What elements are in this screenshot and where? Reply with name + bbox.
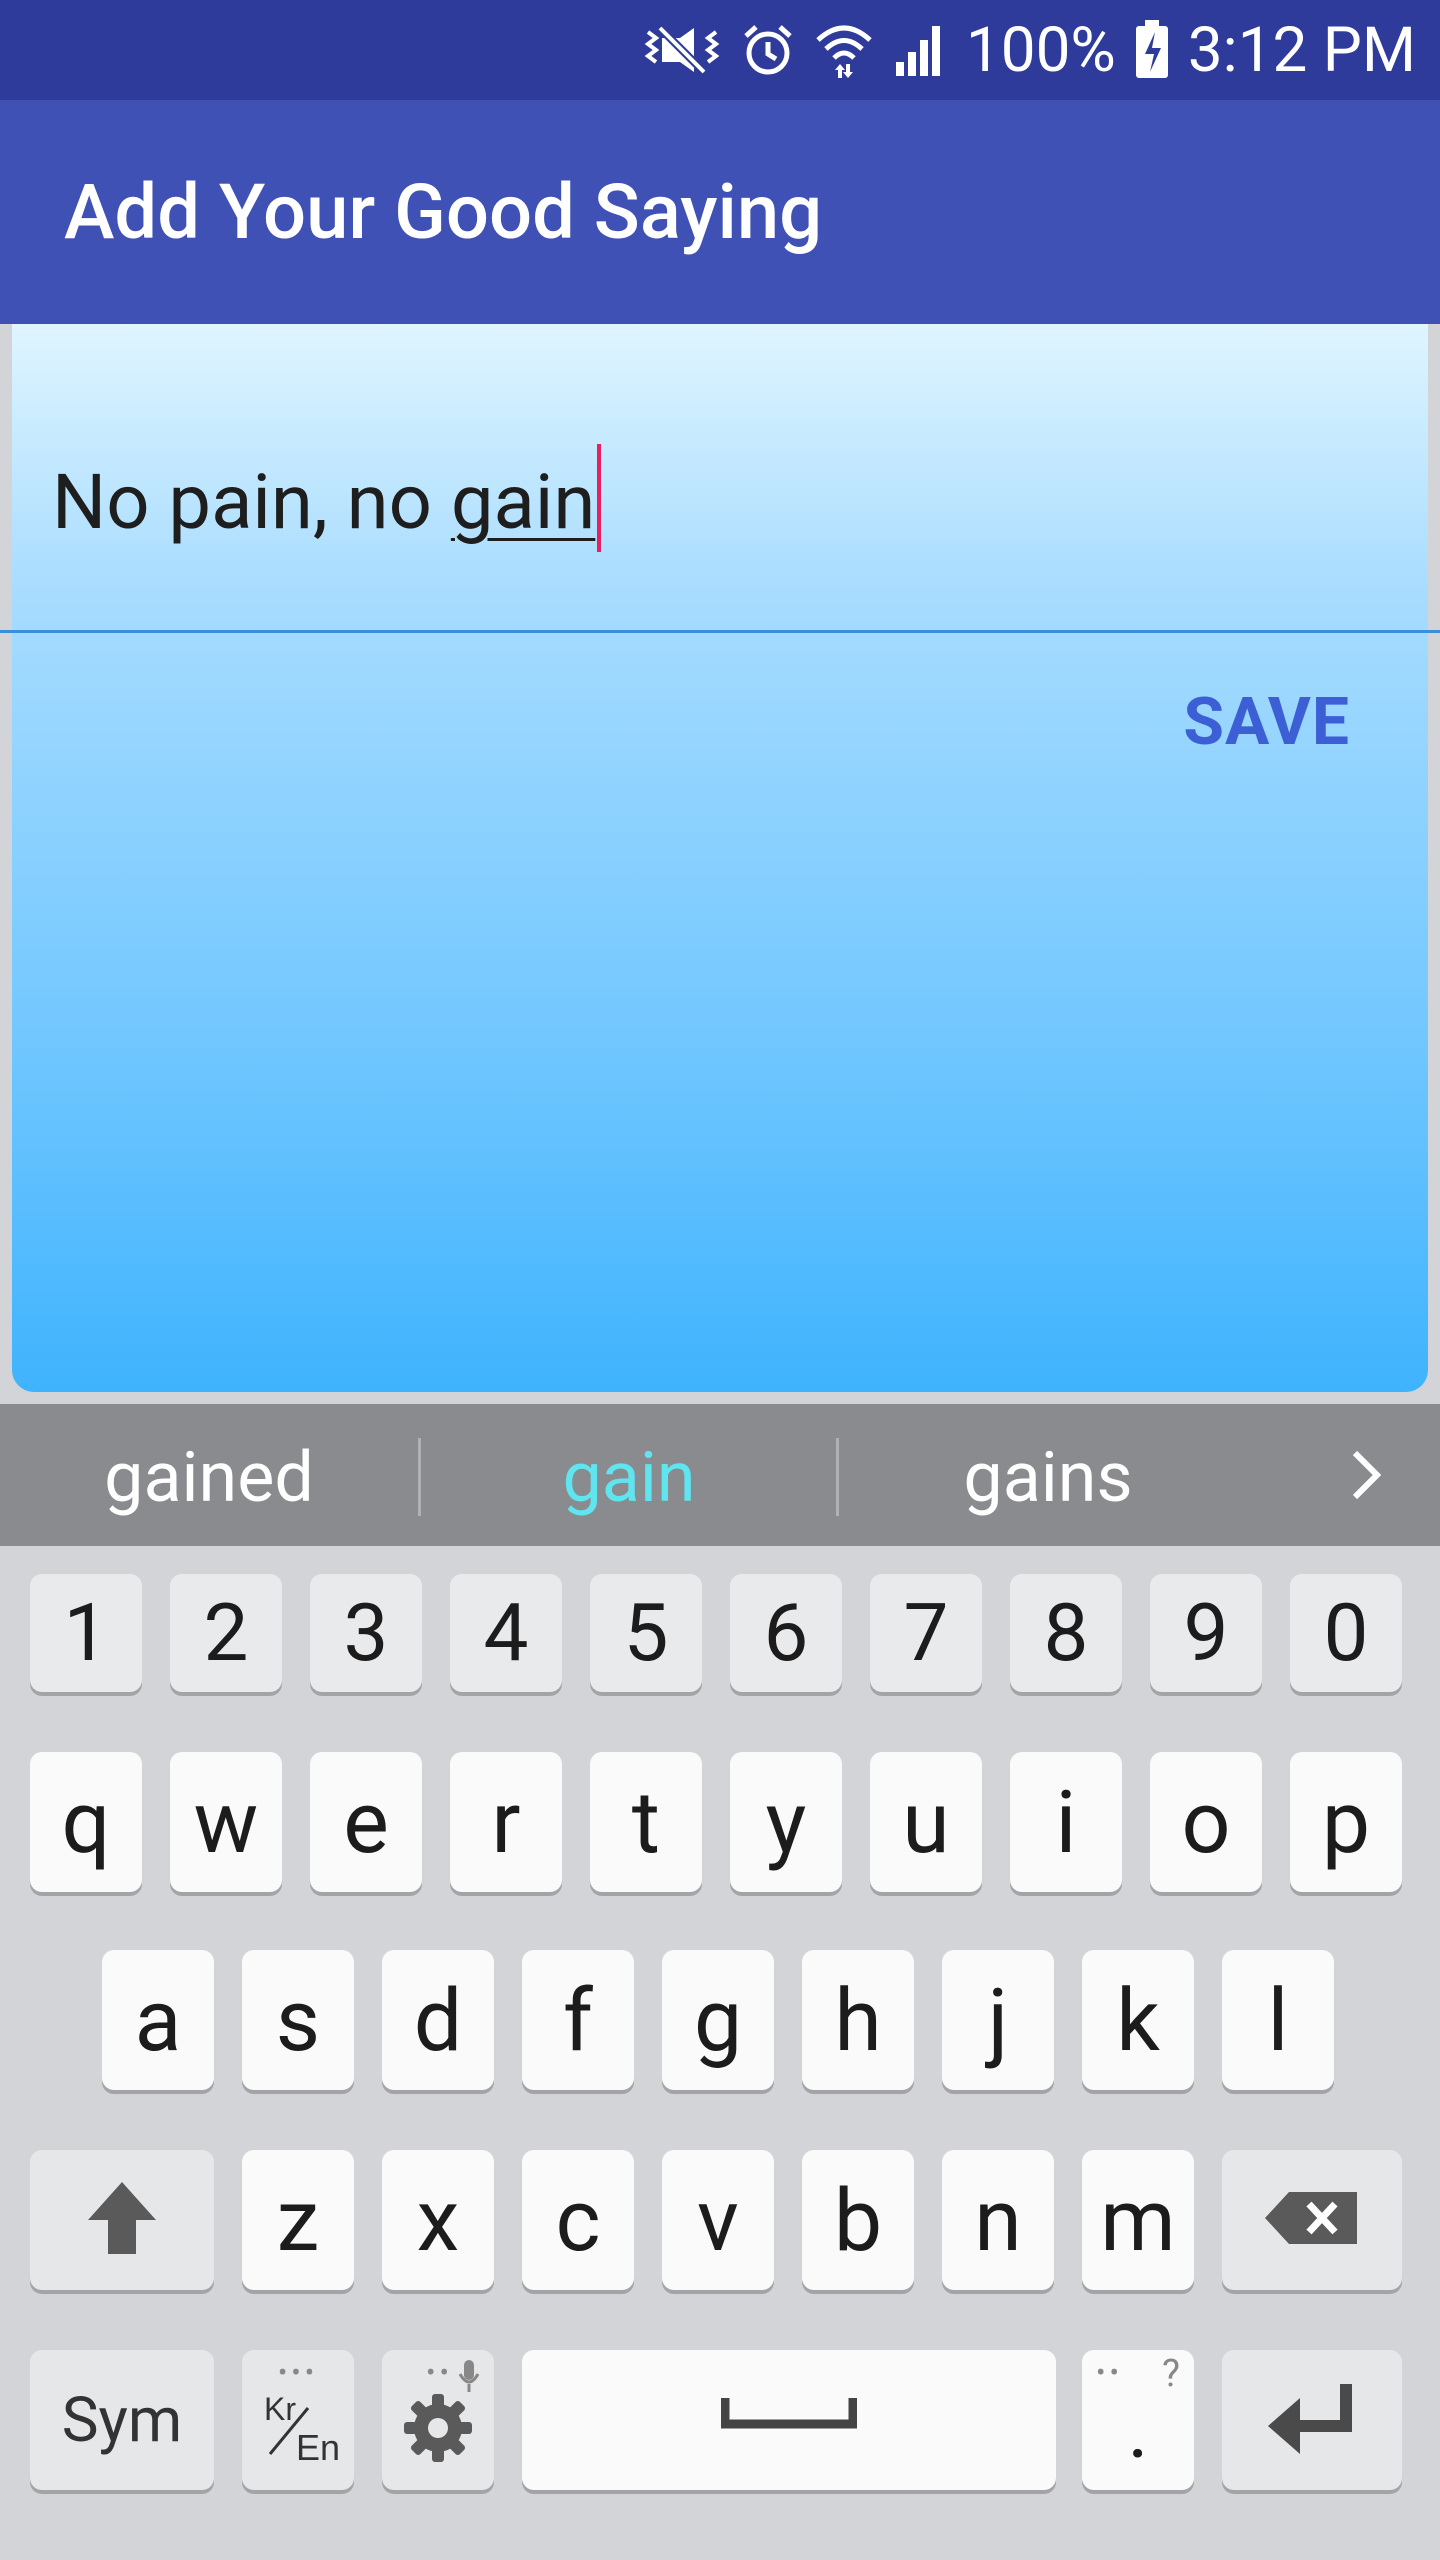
input-underline bbox=[0, 630, 1440, 633]
battery-percent: 100% bbox=[965, 13, 1116, 87]
key-a[interactable]: a bbox=[102, 1950, 214, 2090]
suggestion-item[interactable]: gains bbox=[838, 1404, 1258, 1546]
key-8[interactable]: 8 bbox=[1010, 1574, 1122, 1692]
chevron-right-icon[interactable] bbox=[1330, 1404, 1400, 1546]
key-s[interactable]: s bbox=[242, 1950, 354, 2090]
key-f[interactable]: f bbox=[522, 1950, 634, 2090]
key-x[interactable]: x bbox=[382, 2150, 494, 2290]
key-z[interactable]: z bbox=[242, 2150, 354, 2290]
key-g[interactable]: g bbox=[662, 1950, 774, 2090]
svg-text:En: En bbox=[296, 2427, 340, 2468]
more-dots: •• bbox=[1096, 2356, 1123, 2389]
settings-icon bbox=[400, 2390, 476, 2470]
input-text: No pain, no bbox=[52, 457, 451, 547]
key-q[interactable]: q bbox=[30, 1752, 142, 1892]
keyboard: 1 2 3 4 5 6 7 8 9 0 q w e r t y u i o p … bbox=[0, 1546, 1440, 2560]
suggestion-item[interactable]: gain bbox=[420, 1404, 838, 1546]
key-o[interactable]: o bbox=[1150, 1752, 1262, 1892]
suggestion-item[interactable]: gained bbox=[0, 1404, 418, 1546]
key-l[interactable]: l bbox=[1222, 1950, 1334, 2090]
page-title: Add Your Good Saying bbox=[64, 167, 823, 257]
key-i[interactable]: i bbox=[1010, 1752, 1122, 1892]
key-1[interactable]: 1 bbox=[30, 1574, 142, 1692]
saying-input[interactable]: No pain, no gain bbox=[52, 444, 602, 552]
period-label: . bbox=[1127, 2383, 1149, 2477]
key-m[interactable]: m bbox=[1082, 2150, 1194, 2290]
backspace-key[interactable] bbox=[1222, 2150, 1402, 2290]
signal-icon bbox=[892, 22, 948, 78]
app-bar: Add Your Good Saying bbox=[0, 100, 1440, 324]
key-2[interactable]: 2 bbox=[170, 1574, 282, 1692]
key-7[interactable]: 7 bbox=[870, 1574, 982, 1692]
key-3[interactable]: 3 bbox=[310, 1574, 422, 1692]
alarm-icon bbox=[740, 22, 796, 78]
key-w[interactable]: w bbox=[170, 1752, 282, 1892]
key-9[interactable]: 9 bbox=[1150, 1574, 1262, 1692]
key-j[interactable]: j bbox=[942, 1950, 1054, 2090]
mic-icon bbox=[458, 2358, 480, 2398]
key-h[interactable]: h bbox=[802, 1950, 914, 2090]
key-v[interactable]: v bbox=[662, 2150, 774, 2290]
key-d[interactable]: d bbox=[382, 1950, 494, 2090]
space-key[interactable] bbox=[522, 2350, 1056, 2490]
shift-key[interactable] bbox=[30, 2150, 214, 2290]
clock: 3:12 PM bbox=[1187, 13, 1416, 87]
period-hint: ? bbox=[1162, 2352, 1180, 2396]
key-5[interactable]: 5 bbox=[590, 1574, 702, 1692]
key-u[interactable]: u bbox=[870, 1752, 982, 1892]
key-t[interactable]: t bbox=[590, 1752, 702, 1892]
svg-text:Kr: Kr bbox=[264, 2391, 296, 2427]
settings-key[interactable]: •• bbox=[382, 2350, 494, 2490]
save-button[interactable]: SAVE bbox=[1183, 684, 1350, 761]
language-key[interactable]: ••• Kr En bbox=[242, 2350, 354, 2490]
status-bar: 100% 3:12 PM bbox=[0, 0, 1440, 100]
more-dots: •• bbox=[426, 2356, 453, 2389]
key-4[interactable]: 4 bbox=[450, 1574, 562, 1692]
key-b[interactable]: b bbox=[802, 2150, 914, 2290]
status-icons: 100% 3:12 PM bbox=[642, 13, 1416, 87]
key-p[interactable]: p bbox=[1290, 1752, 1402, 1892]
enter-key[interactable] bbox=[1222, 2350, 1402, 2490]
text-cursor bbox=[597, 444, 602, 552]
key-c[interactable]: c bbox=[522, 2150, 634, 2290]
enter-icon bbox=[1264, 2380, 1360, 2460]
more-dots: ••• bbox=[277, 2356, 319, 2389]
key-y[interactable]: y bbox=[730, 1752, 842, 1892]
key-e[interactable]: e bbox=[310, 1752, 422, 1892]
vibrate-icon bbox=[642, 22, 722, 78]
key-n[interactable]: n bbox=[942, 2150, 1054, 2290]
shift-icon bbox=[84, 2178, 160, 2262]
content-area: No pain, no gain SAVE bbox=[0, 324, 1440, 1392]
suggestion-bar: gained gain gains bbox=[0, 1404, 1440, 1546]
key-r[interactable]: r bbox=[450, 1752, 562, 1892]
composing-word: gain bbox=[450, 457, 596, 547]
backspace-icon bbox=[1263, 2188, 1361, 2252]
period-key[interactable]: •• ? . bbox=[1082, 2350, 1194, 2490]
wifi-icon bbox=[814, 20, 874, 80]
battery-charging-icon bbox=[1134, 20, 1170, 80]
space-icon bbox=[720, 2350, 858, 2451]
key-k[interactable]: k bbox=[1082, 1950, 1194, 2090]
sym-key[interactable]: Sym bbox=[30, 2350, 214, 2490]
key-6[interactable]: 6 bbox=[730, 1574, 842, 1692]
key-0[interactable]: 0 bbox=[1290, 1574, 1402, 1692]
